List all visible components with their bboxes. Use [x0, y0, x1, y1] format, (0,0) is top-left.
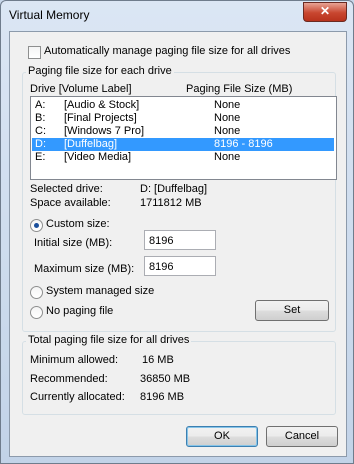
volume-label: [Windows 7 Pro] — [64, 125, 145, 137]
volume-label: [Duffelbag] — [64, 138, 118, 150]
drive-letter: A: — [35, 99, 46, 111]
maximum-size-label: Maximum size (MB): — [34, 263, 135, 275]
volume-label: [Video Media] — [64, 151, 132, 163]
drive-letter: E: — [35, 151, 46, 163]
column-header-drive: Drive [Volume Label] — [30, 83, 132, 95]
paging-size: None — [214, 151, 241, 163]
system-managed-radio[interactable] — [30, 286, 43, 299]
selected-drive-label: Selected drive: — [30, 183, 103, 195]
currently-allocated-label: Currently allocated: — [30, 391, 125, 403]
drive-list[interactable]: A: [Audio & Stock] None B: [Final Projec… — [30, 96, 337, 180]
paging-size: None — [214, 125, 241, 137]
recommended-value: 36850 MB — [140, 373, 191, 385]
volume-label: [Final Projects] — [64, 112, 137, 124]
currently-allocated-value: 8196 MB — [140, 391, 185, 403]
close-button[interactable]: ✕ — [303, 2, 347, 22]
radio-selected-dot — [34, 223, 39, 228]
drive-row-e[interactable]: E: [Video Media] None — [32, 151, 334, 164]
close-icon: ✕ — [319, 4, 331, 18]
totals-group-title: Total paging file size for all drives — [26, 334, 192, 346]
title-bar[interactable]: Virtual Memory ✕ — [1, 1, 353, 29]
drive-row-b[interactable]: B: [Final Projects] None — [32, 112, 334, 125]
paging-size: None — [214, 99, 241, 111]
auto-manage-checkbox[interactable] — [28, 46, 41, 59]
no-paging-label[interactable]: No paging file — [46, 305, 113, 317]
paging-size: 8196 - 8196 — [214, 138, 273, 150]
maximum-size-input[interactable]: 8196 — [144, 256, 216, 276]
recommended-label: Recommended: — [30, 373, 108, 385]
virtual-memory-window: Virtual Memory ✕ Automatically manage pa… — [0, 0, 354, 464]
cancel-button[interactable]: Cancel — [266, 426, 338, 447]
no-paging-radio[interactable] — [30, 306, 43, 319]
column-header-size: Paging File Size (MB) — [186, 83, 293, 95]
ok-button[interactable]: OK — [186, 426, 258, 447]
drive-letter: D: — [35, 138, 46, 150]
custom-size-label[interactable]: Custom size: — [46, 218, 110, 230]
initial-size-input[interactable]: 8196 — [144, 230, 216, 250]
space-available-label: Space available: — [30, 197, 111, 209]
system-managed-label[interactable]: System managed size — [46, 285, 154, 297]
per-drive-group-title: Paging file size for each drive — [26, 65, 174, 77]
drive-row-c[interactable]: C: [Windows 7 Pro] None — [32, 125, 334, 138]
selected-drive-value: D: [Duffelbag] — [140, 183, 208, 195]
drive-row-d[interactable]: D: [Duffelbag] 8196 - 8196 — [32, 138, 334, 151]
custom-size-radio[interactable] — [30, 219, 43, 232]
auto-manage-label[interactable]: Automatically manage paging file size fo… — [44, 45, 290, 57]
initial-size-label: Initial size (MB): — [34, 237, 113, 249]
minimum-allowed-value: 16 MB — [142, 354, 174, 366]
dialog-body: Automatically manage paging file size fo… — [9, 31, 347, 457]
paging-size: None — [214, 112, 241, 124]
drive-letter: B: — [35, 112, 46, 124]
volume-label: [Audio & Stock] — [64, 99, 140, 111]
minimum-allowed-label: Minimum allowed: — [30, 354, 119, 366]
drive-letter: C: — [35, 125, 46, 137]
set-button[interactable]: Set — [255, 300, 329, 321]
space-available-value: 1711812 MB — [140, 197, 202, 209]
window-title: Virtual Memory — [9, 8, 90, 22]
drive-row-a[interactable]: A: [Audio & Stock] None — [32, 99, 334, 112]
